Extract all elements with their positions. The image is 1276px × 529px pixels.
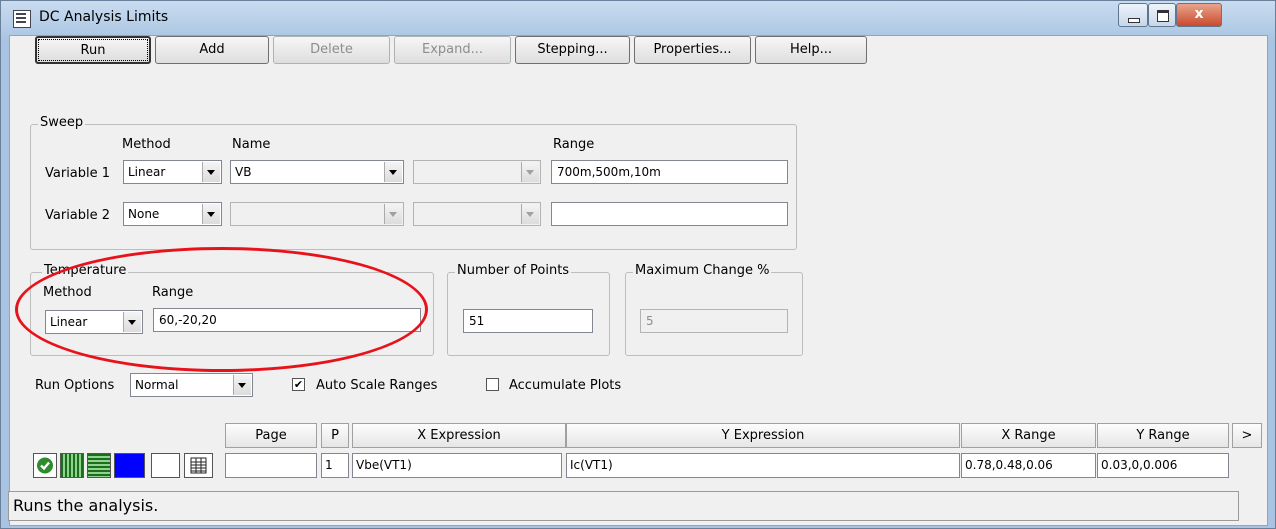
- more-columns-button[interactable]: >: [1232, 423, 1262, 448]
- variable1-name-select[interactable]: VB: [230, 160, 404, 184]
- cell-p[interactable]: 1: [321, 453, 349, 478]
- auto-scale-checkbox[interactable]: ✔: [292, 378, 305, 391]
- minimize-button[interactable]: [1118, 3, 1148, 27]
- run-button[interactable]: Run: [35, 36, 151, 64]
- header-p[interactable]: P: [321, 423, 349, 448]
- temperature-method-select[interactable]: Linear: [45, 310, 143, 334]
- chevron-down-icon: [521, 204, 539, 224]
- app-icon: [13, 10, 31, 28]
- header-y-expression[interactable]: Y Expression: [566, 423, 960, 448]
- temperature-range-label: Range: [152, 285, 194, 300]
- header-x-expression[interactable]: X Expression: [352, 423, 566, 448]
- temperature-legend: Temperature: [42, 263, 129, 278]
- points-input[interactable]: 51: [463, 309, 593, 333]
- line-style-button[interactable]: [151, 453, 180, 478]
- status-bar: Runs the analysis.: [8, 491, 1239, 521]
- sweep-legend: Sweep: [38, 115, 86, 130]
- max-change-input[interactable]: 5: [640, 309, 788, 333]
- enabled-toggle[interactable]: [33, 453, 57, 478]
- run-options-value: Normal: [135, 378, 179, 392]
- accumulate-label: Accumulate Plots: [509, 378, 622, 393]
- variable1-method-value: Linear: [128, 165, 166, 179]
- range-header: Range: [553, 137, 595, 152]
- chevron-down-icon: [202, 204, 220, 224]
- cell-y-range[interactable]: 0.03,0,0.006: [1097, 453, 1229, 478]
- run-options-select[interactable]: Normal: [130, 373, 253, 397]
- variable1-range-input[interactable]: 700m,500m,10m: [551, 160, 788, 184]
- chevron-down-icon: [521, 162, 539, 182]
- accumulate-checkbox[interactable]: [486, 378, 499, 391]
- variable2-label: Variable 2: [45, 208, 111, 223]
- chevron-down-icon: [384, 162, 402, 182]
- stepping-button[interactable]: Stepping...: [515, 36, 630, 64]
- expand-button[interactable]: Expand...: [394, 36, 511, 64]
- properties-button[interactable]: Properties...: [634, 36, 751, 64]
- run-options-label: Run Options: [35, 378, 115, 393]
- variable2-range-input[interactable]: [551, 202, 788, 226]
- table-format-button[interactable]: [184, 453, 213, 478]
- max-change-legend: Maximum Change %: [633, 263, 772, 278]
- variable1-name-value: VB: [235, 165, 252, 179]
- series-color-swatch[interactable]: [114, 453, 145, 478]
- temperature-method-label: Method: [43, 285, 92, 300]
- cell-y-expression[interactable]: Ic(VT1): [566, 453, 960, 478]
- header-x-range[interactable]: X Range: [961, 423, 1096, 448]
- chevron-down-icon: [384, 204, 402, 224]
- horizontal-grid-icon[interactable]: [87, 453, 111, 478]
- title-bar[interactable]: DC Analysis Limits x: [1, 1, 1275, 35]
- maximize-icon: [1157, 10, 1169, 22]
- temperature-method-value: Linear: [50, 315, 88, 329]
- points-legend: Number of Points: [455, 263, 572, 278]
- variable2-name2-select[interactable]: [413, 202, 541, 226]
- cell-page[interactable]: [225, 453, 317, 478]
- add-button[interactable]: Add: [155, 36, 269, 64]
- variable2-name-select[interactable]: [230, 202, 404, 226]
- variable1-label: Variable 1: [45, 166, 111, 181]
- auto-scale-label: Auto Scale Ranges: [316, 378, 438, 393]
- variable1-method-select[interactable]: Linear: [123, 160, 222, 184]
- window-title: DC Analysis Limits: [39, 9, 169, 25]
- cell-x-expression[interactable]: Vbe(VT1): [352, 453, 562, 478]
- header-y-range[interactable]: Y Range: [1097, 423, 1229, 448]
- temperature-range-input[interactable]: 60,-20,20: [153, 308, 421, 332]
- close-button[interactable]: x: [1176, 3, 1222, 27]
- check-circle-icon: [37, 457, 53, 474]
- chevron-down-icon: [233, 375, 251, 395]
- method-header: Method: [122, 137, 171, 152]
- chevron-down-icon: [123, 312, 141, 332]
- header-page[interactable]: Page: [225, 423, 317, 448]
- maximize-button[interactable]: [1148, 3, 1176, 27]
- variable2-method-select[interactable]: None: [123, 202, 222, 226]
- table-icon: [190, 457, 207, 474]
- delete-button[interactable]: Delete: [273, 36, 390, 64]
- variable1-name2-select[interactable]: [413, 160, 541, 184]
- name-header: Name: [232, 137, 271, 152]
- minimize-icon: [1128, 18, 1140, 23]
- variable2-method-value: None: [128, 207, 160, 221]
- vertical-grid-icon[interactable]: [60, 453, 84, 478]
- chevron-down-icon: [202, 162, 220, 182]
- cell-x-range[interactable]: 0.78,0.48,0.06: [961, 453, 1096, 478]
- help-button[interactable]: Help...: [755, 36, 867, 64]
